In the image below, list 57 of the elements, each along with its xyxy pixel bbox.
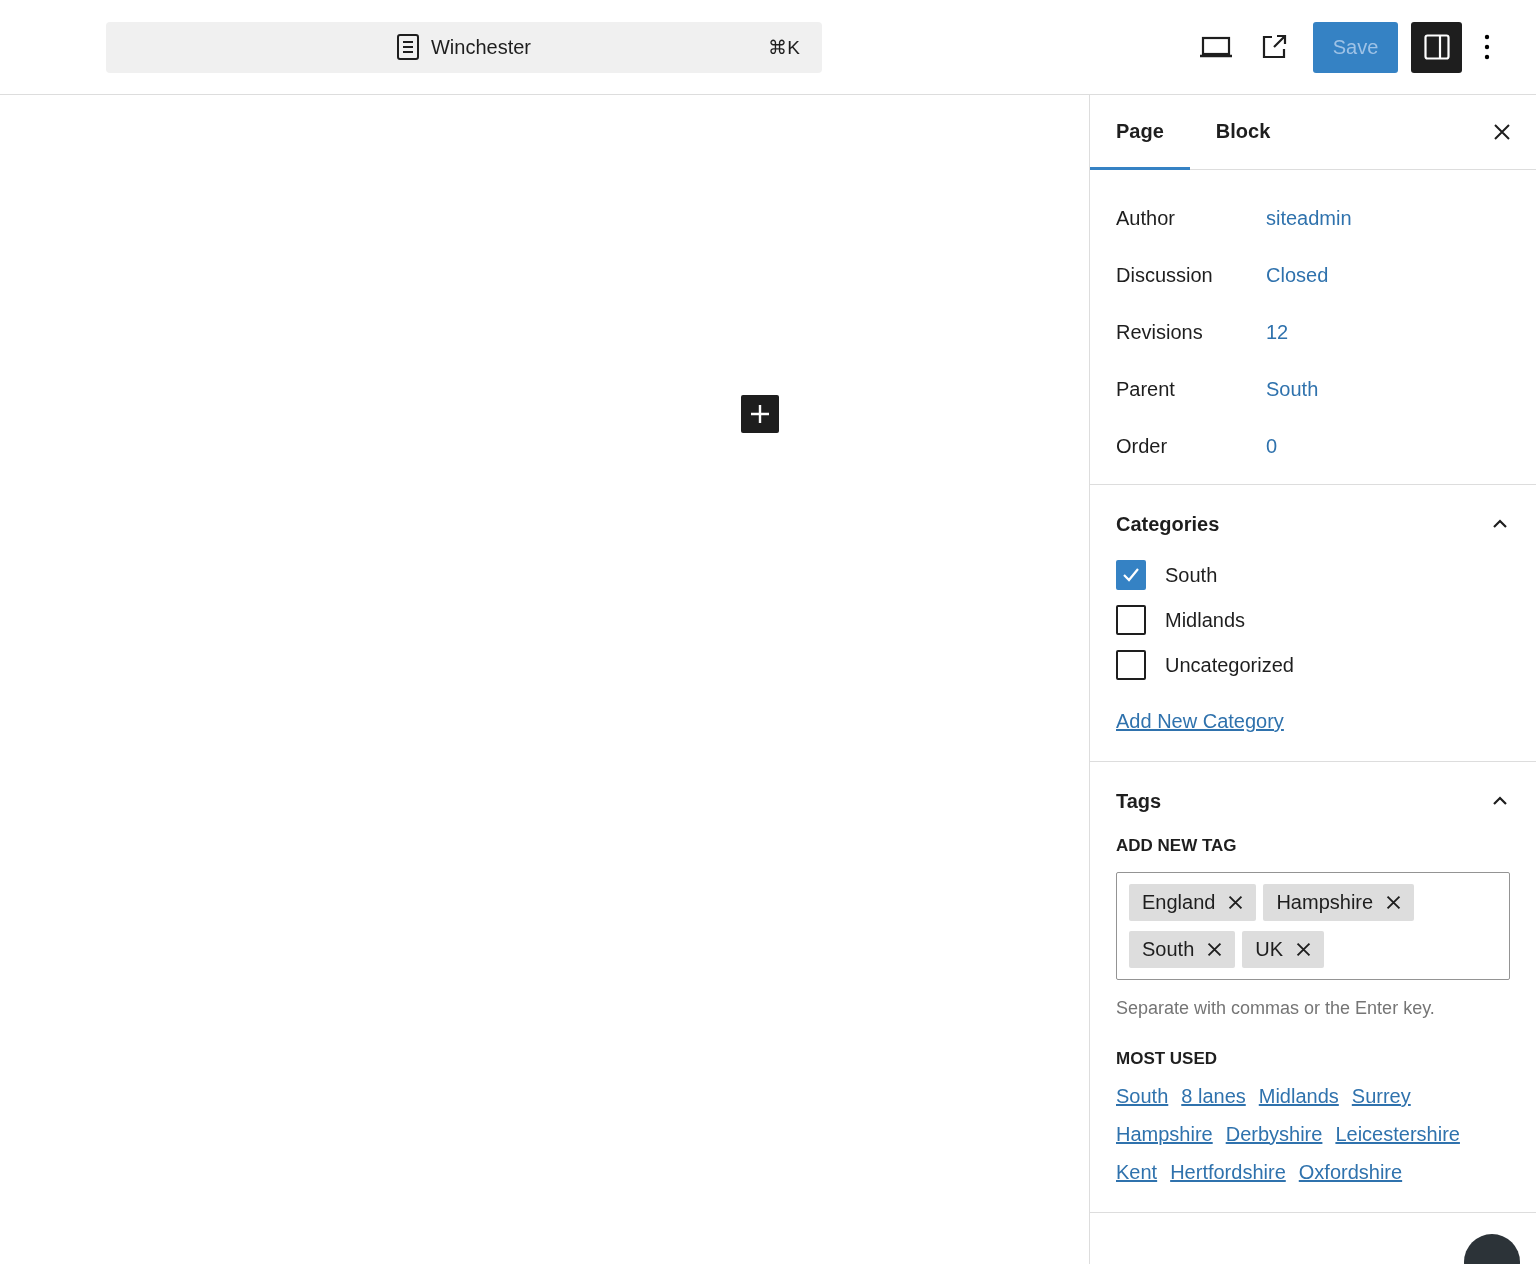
field-label: Discussion [1116, 264, 1214, 287]
tag-link[interactable]: Hertfordshire [1170, 1161, 1286, 1184]
tag-input-field[interactable]: England Hampshire South UK [1116, 872, 1510, 980]
tag-token-label: England [1142, 891, 1216, 914]
tag-token-label: South [1142, 938, 1195, 961]
tag-link[interactable]: Midlands [1258, 1085, 1339, 1108]
field-label: Revisions [1116, 321, 1204, 344]
command-bar[interactable]: Winchester ⌘K [106, 21, 822, 73]
checkbox[interactable] [1116, 605, 1146, 635]
sidebar-tab[interactable]: Page [1090, 95, 1190, 170]
field-label: Parent [1116, 378, 1176, 401]
add-category-link[interactable]: Add New Category [1116, 710, 1284, 732]
field-value-link[interactable]: Closed [1266, 264, 1510, 287]
keyboard-shortcut: ⌘K [768, 35, 800, 59]
checkbox-label: Uncategorized [1165, 653, 1294, 677]
close-button[interactable] [1492, 122, 1512, 142]
field-value-link[interactable]: 0 [1266, 435, 1510, 458]
checkbox-label: South [1165, 563, 1218, 587]
tag-token-label: UK [1255, 938, 1284, 961]
tag-token-label: Hampshire [1276, 891, 1374, 914]
field-label: Author [1116, 207, 1176, 230]
field-value-link[interactable]: 12 [1266, 321, 1510, 344]
panel-title: Categories [1116, 512, 1220, 536]
sidebar-panel-icon [1423, 34, 1450, 60]
close-icon [1492, 122, 1512, 142]
checkbox-label: Midlands [1165, 608, 1246, 632]
field-value-link[interactable]: South [1266, 378, 1510, 401]
remove-tag-button[interactable] [1385, 894, 1403, 911]
tag-link[interactable]: Leicestershire [1335, 1123, 1460, 1146]
tag-link[interactable]: South [1116, 1085, 1169, 1108]
plus-icon [749, 403, 771, 425]
sidebar-tab[interactable]: Block [1189, 95, 1297, 170]
checkbox[interactable] [1116, 650, 1146, 680]
tag-link[interactable]: Surrey [1351, 1085, 1411, 1108]
remove-tag-button[interactable] [1227, 894, 1245, 911]
remove-tag-button[interactable] [1295, 941, 1313, 958]
close-icon [1227, 894, 1245, 911]
section-label: MOST USED [1116, 1049, 1219, 1069]
tag-link[interactable]: Kent [1116, 1161, 1158, 1184]
help-text: Separate with commas or the Enter key. [1116, 998, 1436, 1019]
panel-title: Tags [1116, 789, 1162, 813]
tag-link[interactable]: Oxfordshire [1298, 1161, 1403, 1184]
checkbox[interactable] [1116, 560, 1146, 590]
field-label: ADD NEW TAG [1116, 836, 1238, 856]
close-icon [1295, 941, 1313, 958]
remove-tag-button[interactable] [1206, 941, 1224, 958]
close-icon [1385, 894, 1403, 911]
sidebar-toggle-button[interactable] [1411, 21, 1462, 73]
close-icon [1206, 941, 1224, 958]
document-icon [397, 34, 419, 60]
add-block-button[interactable] [741, 395, 779, 433]
document-title: Winchester [397, 34, 531, 60]
field-value-link[interactable]: siteadmin [1266, 207, 1510, 230]
tag-link[interactable]: Hampshire [1116, 1123, 1213, 1146]
tag-link[interactable]: 8 lanes [1181, 1085, 1246, 1108]
field-label: Order [1116, 435, 1169, 458]
tag-link[interactable]: Derbyshire [1225, 1123, 1323, 1146]
